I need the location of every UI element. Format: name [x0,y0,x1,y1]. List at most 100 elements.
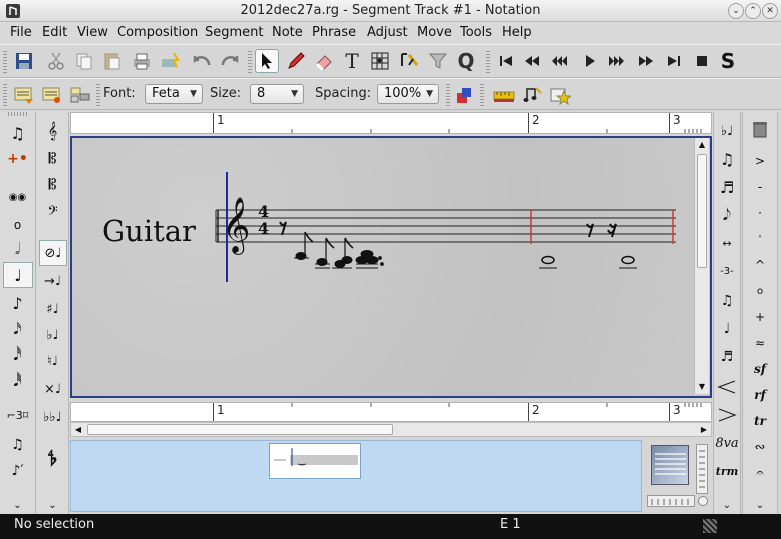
toolbar-grip[interactable] [480,84,484,106]
tremolo-icon[interactable]: trm [714,458,740,484]
grace-slash-icon[interactable]: ♪′ [0,458,35,484]
grace-note-icon[interactable]: ♫ [0,432,35,458]
quarter-note-icon[interactable]: ♩ [3,262,33,288]
select-tool-icon[interactable] [255,49,279,73]
triplet-icon[interactable]: ⌐3⌑ [0,402,35,428]
crescendo-icon[interactable] [714,374,740,400]
print-preview-icon[interactable] [158,49,182,73]
marker-icon[interactable] [548,83,572,107]
cut-icon[interactable] [44,49,68,73]
segment-view-icon[interactable] [68,83,92,107]
goto-end-icon[interactable] [662,49,686,73]
menu-note[interactable]: Note [272,25,303,40]
fast-rewind-icon[interactable] [548,49,572,73]
menu-file[interactable]: File [10,25,32,40]
vertical-scrollbar[interactable]: ▲ ▼ [694,138,709,394]
guitar-chord-icon[interactable] [368,49,392,73]
menu-move[interactable]: Move [417,25,452,40]
notation-canvas[interactable]: Guitar 𝄞 4 4 [70,136,712,398]
save-icon[interactable] [12,49,36,73]
mordent-icon[interactable]: ≈ [743,330,777,356]
toolbar-grip[interactable] [248,51,252,73]
tempo-icon[interactable] [520,83,544,107]
panner-viewport[interactable] [269,443,361,479]
ruler-icon[interactable] [492,83,516,107]
turn-icon[interactable]: ∾ [743,434,777,460]
redo-icon[interactable] [218,49,242,73]
menu-help[interactable]: Help [502,25,532,40]
ottava-icon[interactable]: 8va [714,430,740,456]
chord-mode-icon[interactable]: ◉◉ [0,184,35,210]
insert-notes-icon[interactable] [12,83,36,107]
sixteenth-note-icon[interactable]: 𝅘𝅥𝅯 [0,316,35,342]
scroll-right-icon[interactable]: ▶ [697,423,711,436]
rinforzando-icon[interactable]: rf [743,382,777,408]
symbol-tool-icon[interactable] [398,49,422,73]
text-tool-icon[interactable]: T [340,49,364,73]
vertical-zoom-slider[interactable] [696,444,708,494]
play-icon[interactable] [578,49,602,73]
stopped-icon[interactable]: + [743,304,777,330]
decrescendo-icon[interactable] [714,402,740,428]
scroll-up-icon[interactable]: ▲ [696,138,708,152]
goto-start-icon[interactable] [494,49,518,73]
menu-edit[interactable]: Edit [42,25,67,40]
eraser-tool-icon[interactable] [312,49,336,73]
marcato-icon[interactable]: ^ [743,252,777,278]
spacing-select[interactable]: 100% ▼ [377,84,439,104]
double-flat-icon[interactable]: ♭♭♩ [37,404,68,430]
flat-icon[interactable]: ♭♩ [37,322,68,348]
trill-icon[interactable]: tr [743,408,777,434]
fast-forward-icon[interactable] [604,49,628,73]
triplet-mark-icon[interactable]: -3- [714,258,740,284]
sharp-icon[interactable]: ♯♩ [37,296,68,322]
filter-icon[interactable] [426,49,450,73]
pencil-tool-icon[interactable] [284,49,308,73]
scroll-left-icon[interactable]: ◀ [71,423,85,436]
solo-icon[interactable]: S [716,49,740,73]
bass-clef-icon[interactable]: 𝄢 [37,200,68,226]
no-accidental-strike-icon[interactable]: 𝄳 [37,446,68,472]
menu-composition[interactable]: Composition [117,25,198,40]
horizontal-scrollbar[interactable]: ◀ ▶ [70,422,712,437]
print-icon[interactable] [130,49,154,73]
menu-segment[interactable]: Segment [205,25,264,40]
toolbar-grip[interactable] [446,84,450,106]
transform-icon[interactable] [452,83,476,107]
follow-accidental-icon[interactable]: →♩ [37,268,68,294]
minimize-button[interactable]: ⌄ [728,3,744,19]
whole-note-icon[interactable]: o [0,212,35,238]
scroll-down-icon[interactable]: ▼ [696,380,708,394]
alto-clef-icon[interactable]: 𝄡 [37,146,68,172]
stem-up-icon[interactable]: ♩ [714,316,740,342]
treble-clef-icon[interactable]: 𝄞 [37,118,68,144]
beam-toggle-icon[interactable]: ♫ [0,120,35,146]
staccatissimo-icon[interactable]: ' [743,226,777,252]
beamed-sixteenths-icon[interactable]: ♬ [714,174,740,200]
no-accidental-icon[interactable]: ⊘♩ [39,240,67,266]
quantize-icon[interactable]: Q [454,49,478,73]
fermata-mark-icon[interactable]: ♭♩ [714,118,740,144]
forward-icon[interactable] [634,49,658,73]
half-note-icon[interactable]: 𝅗𝅥 [0,236,35,262]
menu-adjust[interactable]: Adjust [367,25,408,40]
sixty-fourth-note-icon[interactable]: 𝅘𝅥𝅱 [0,368,35,394]
menu-phrase[interactable]: Phrase [312,25,356,40]
maximize-button[interactable]: ⌃ [745,3,761,19]
resize-grip-icon[interactable] [703,519,717,533]
trash-icon[interactable] [743,116,777,142]
menu-view[interactable]: View [77,25,108,40]
tenuto-icon[interactable]: - [743,174,777,200]
beamed-eighths-icon[interactable]: ♫ [714,146,740,172]
grace-group-icon[interactable]: ♫ [714,288,740,314]
toolbar-grip[interactable] [3,84,7,106]
menu-tools[interactable]: Tools [460,25,492,40]
double-sharp-icon[interactable]: ×♩ [37,376,68,402]
font-select[interactable]: Feta ▼ [145,84,203,104]
fermata-icon[interactable]: 𝄐 [743,460,777,486]
paste-icon[interactable] [100,49,124,73]
rewind-icon[interactable] [520,49,544,73]
toolbar-grip[interactable] [3,51,7,73]
copy-icon[interactable] [72,49,96,73]
size-select[interactable]: 8 ▼ [250,84,304,104]
